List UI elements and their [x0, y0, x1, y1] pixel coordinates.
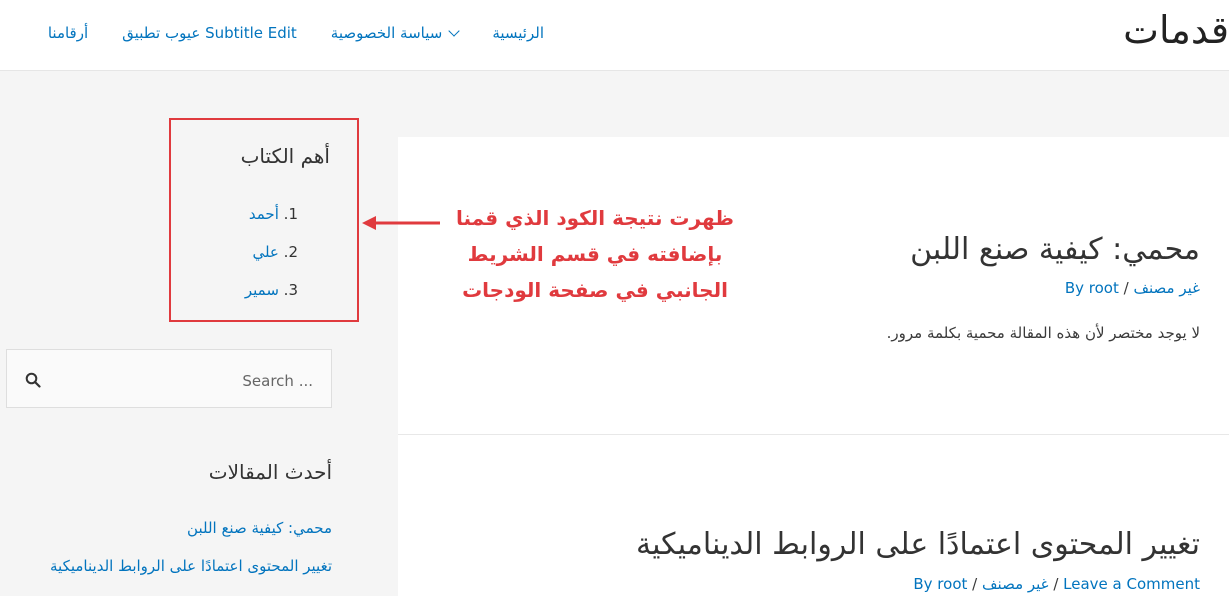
search-icon[interactable] — [25, 372, 41, 388]
recent-posts-title: أحدث المقالات — [208, 460, 332, 484]
authors-list: 1. أحمد 2. علي 3. سمير — [245, 204, 298, 318]
recent-posts-list: محمي: كيفية صنع اللبن تغيير المحتوى اعتم… — [50, 518, 332, 594]
post-title: تغيير المحتوى اعتمادًا على الروابط الدين… — [636, 527, 1200, 562]
annotation-arrow-icon — [362, 216, 440, 230]
recent-post-link[interactable]: محمي: كيفية صنع اللبن — [187, 519, 332, 537]
author-link[interactable]: سمير — [245, 281, 279, 299]
annotation-text: ظهرت نتيجة الكود الذي قمنا بإضافته في قس… — [440, 200, 750, 308]
list-item: محمي: كيفية صنع اللبن — [50, 518, 332, 556]
nav-item-privacy-label: سياسة الخصوصية — [330, 24, 443, 42]
post-divider — [398, 434, 1229, 435]
author-list-item: 1. أحمد — [245, 204, 298, 242]
author-list-item: 2. علي — [245, 242, 298, 280]
meta-separator: / — [1053, 575, 1059, 593]
list-item: تغيير المحتوى اعتمادًا على الروابط الدين… — [50, 556, 332, 594]
main-nav: الرئيسية سياسة الخصوصية عيوب تطبيق Subti… — [24, 20, 544, 46]
nav-item-subtitle-edit[interactable]: عيوب تطبيق Subtitle Edit — [122, 20, 297, 46]
author-list-item: 3. سمير — [245, 280, 298, 318]
post-title: محمي: كيفية صنع اللبن — [910, 232, 1200, 267]
meta-separator: / — [972, 575, 978, 593]
post-title-link[interactable]: تغيير المحتوى اعتمادًا على الروابط الدين… — [636, 527, 1200, 562]
nav-item-privacy[interactable]: سياسة الخصوصية — [330, 20, 460, 46]
author-link[interactable]: By root — [1065, 279, 1119, 297]
annotation-line: الجانبي في صفحة الودجات — [462, 278, 728, 302]
site-header: قدمات الرئيسية سياسة الخصوصية عيوب تطبيق… — [0, 0, 1229, 71]
sidebar: أهم الكتاب 1. أحمد2. علي3. سمير أحدث الم… — [0, 70, 398, 596]
author-link[interactable]: علي — [252, 243, 278, 261]
authors-widget-title: أهم الكتاب — [240, 144, 330, 168]
site-title[interactable]: قدمات — [1123, 8, 1229, 52]
category-link[interactable]: غير مصنف — [982, 575, 1049, 593]
author-link[interactable]: أحمد — [249, 205, 279, 223]
post-title-link[interactable]: محمي: كيفية صنع اللبن — [910, 232, 1200, 267]
post-excerpt: لا يوجد مختصر لأن هذه المقالة محمية بكلم… — [886, 324, 1200, 342]
author-link[interactable]: By root — [913, 575, 967, 593]
author-number: 3. — [283, 281, 298, 299]
recent-post-link[interactable]: تغيير المحتوى اعتمادًا على الروابط الدين… — [50, 557, 332, 575]
category-link[interactable]: غير مصنف — [1133, 279, 1200, 297]
search-input[interactable] — [51, 369, 315, 393]
leave-comment-link[interactable]: Leave a Comment — [1063, 575, 1200, 593]
author-number: 1. — [283, 205, 298, 223]
author-number: 2. — [283, 243, 298, 261]
annotation-line: ظهرت نتيجة الكود الذي قمنا — [455, 206, 735, 230]
nav-item-numbers[interactable]: أرقامنا — [48, 20, 88, 46]
authors-widget: أهم الكتاب 1. أحمد 2. علي 3. سمير — [169, 118, 359, 322]
post-meta: غير مصنف / By root — [1065, 279, 1200, 297]
annotation-line: بإضافته في قسم الشريط — [467, 242, 723, 266]
chevron-down-icon[interactable] — [448, 25, 460, 37]
meta-separator: / — [1123, 279, 1129, 297]
search-form — [6, 349, 332, 408]
nav-item-home[interactable]: الرئيسية — [492, 20, 544, 46]
post-meta: By root / غير مصنف / Leave a Comment — [913, 575, 1200, 593]
